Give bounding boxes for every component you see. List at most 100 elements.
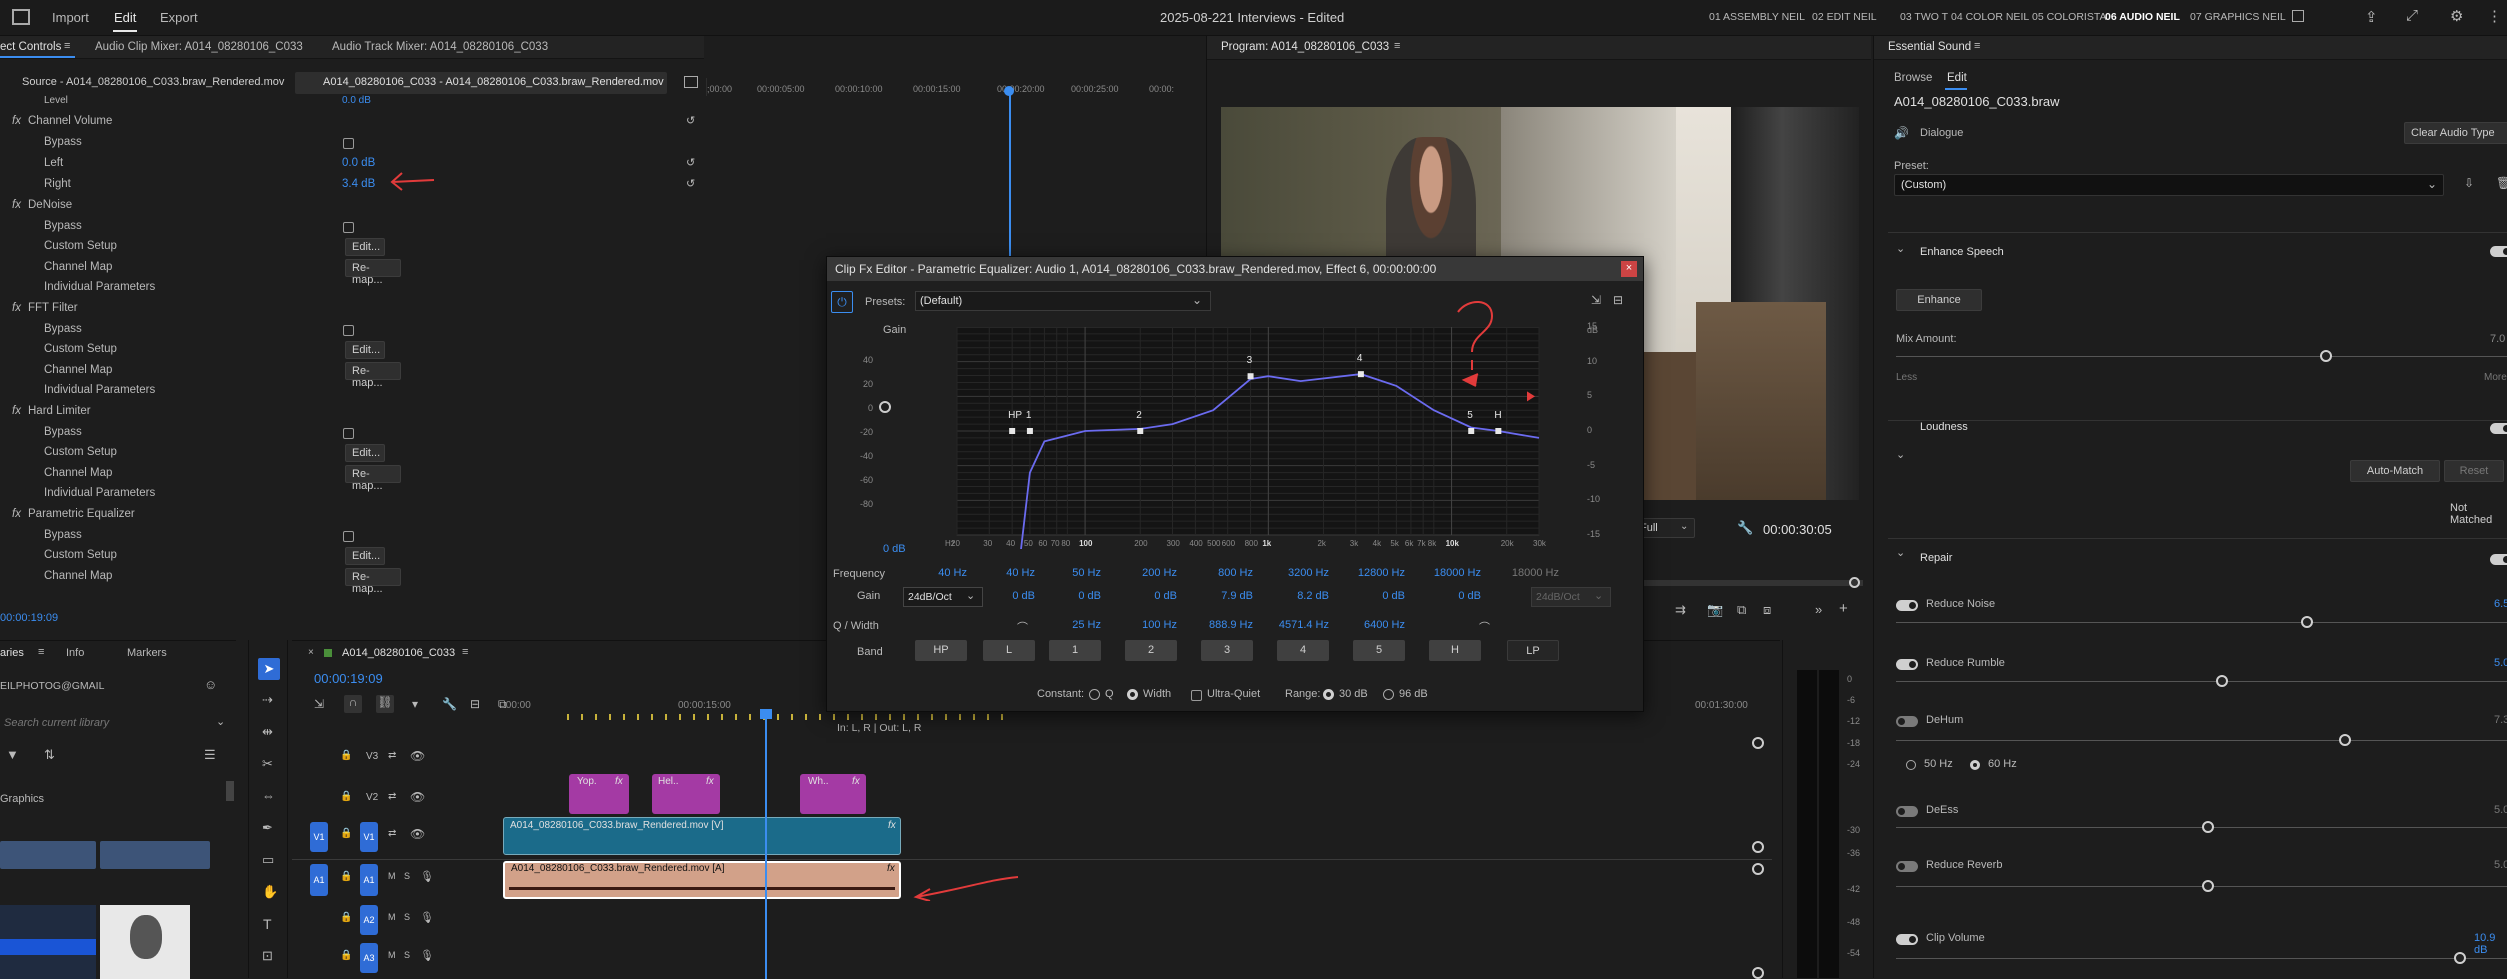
type-tool-icon[interactable]: T [263, 916, 272, 932]
eye-icon[interactable]: 👁 [410, 790, 425, 804]
clear-audio-type-button[interactable]: Clear Audio Type [2404, 122, 2507, 144]
rectangle-tool-icon[interactable]: ▭ [262, 852, 274, 868]
edit-button[interactable]: Edit... [345, 341, 385, 359]
lock-icon[interactable]: 🔒 [340, 828, 352, 839]
reduce-rumble-toggle[interactable] [1896, 659, 1918, 670]
lock-icon[interactable]: 🔒 [340, 912, 352, 923]
tab-browse[interactable]: Browse [1894, 72, 1932, 84]
bypass-checkbox[interactable] [343, 531, 354, 542]
nest-icon[interactable]: ⇲ [314, 697, 324, 711]
add-button-icon[interactable]: + [1839, 600, 1848, 617]
left-value[interactable]: 0.0 dB [342, 157, 375, 169]
track-label-a1[interactable]: A1 [360, 864, 378, 896]
dehum-knob[interactable] [2339, 734, 2351, 746]
menu-import[interactable]: Import [52, 10, 89, 25]
ripple-edit-tool-icon[interactable]: ⇹ [262, 724, 273, 740]
library-asset[interactable] [0, 841, 96, 869]
tab-menu-icon[interactable]: ≡ [64, 40, 70, 52]
master-gain-value[interactable]: 0 dB [883, 543, 906, 555]
reduce-noise-toggle[interactable] [1896, 600, 1918, 611]
presets-dropdown[interactable]: (Default) ⌄ [915, 291, 1211, 311]
library-scrollbar[interactable] [226, 781, 234, 801]
program-menu-icon[interactable]: ≡ [1394, 40, 1400, 52]
q-radio[interactable] [1089, 689, 1100, 700]
width-radio[interactable] [1127, 689, 1138, 700]
bypass-checkbox[interactable] [343, 138, 354, 149]
lock-icon[interactable]: 🔒 [340, 750, 352, 761]
q-value[interactable]: 100 Hz [1117, 619, 1177, 631]
frequency-value[interactable]: 40 Hz [907, 567, 967, 579]
graphic-clip[interactable]: Wh.. fx [800, 774, 866, 814]
library-asset-portrait[interactable] [100, 905, 190, 979]
level-value[interactable]: 0.0 dB [342, 95, 371, 103]
band-3-button[interactable]: 3 [1201, 640, 1253, 661]
bypass-checkbox[interactable] [343, 222, 354, 233]
reduce-rumble-slider[interactable] [1896, 681, 2507, 682]
loudness-label[interactable]: Loudness [1920, 421, 1968, 433]
linked-selection-icon[interactable]: ⛓ [376, 695, 394, 713]
clip-volume-value[interactable]: 10.9 dB [2474, 932, 2507, 956]
dehum-toggle[interactable] [1896, 716, 1918, 727]
preset-dropdown[interactable]: (Custom) ⌄ [1894, 174, 2444, 196]
wrench-icon[interactable]: 🔧 [1737, 520, 1753, 536]
hand-tool-icon[interactable]: ✋ [262, 884, 278, 900]
save-preset-icon[interactable]: ⇲ [1591, 293, 1601, 307]
reduce-noise-value[interactable]: 6.5 [2494, 598, 2507, 610]
remap-button[interactable]: Re-map... [345, 259, 401, 286]
frequency-value[interactable]: 18000 Hz [1421, 567, 1481, 579]
essential-sound-menu-icon[interactable]: ≡ [1974, 40, 1980, 52]
individual-parameters-label[interactable]: Individual Parameters [44, 487, 155, 499]
sync-icon[interactable]: ⇄ [388, 828, 396, 839]
filter-icon[interactable]: ▼ [6, 747, 19, 762]
video-clip-v1[interactable]: A014_08280106_C033.braw_Rendered.mov [V]… [503, 817, 901, 855]
mic-icon[interactable]: 🎙 [420, 949, 434, 962]
repair-toggle[interactable] [2490, 554, 2507, 565]
settings-wrench-icon[interactable]: 🔧 [442, 697, 457, 711]
enhance-speech-label[interactable]: Enhance Speech [1920, 246, 2004, 258]
timeline-playhead[interactable] [765, 713, 767, 979]
audio-clip-a1[interactable]: A014_08280106_C033.braw_Rendered.mov [A]… [503, 861, 901, 899]
delete-preset-icon[interactable]: ⊟ [1613, 293, 1623, 307]
more-icon[interactable]: » [1815, 602, 1822, 617]
mute-icon[interactable]: M [388, 950, 396, 960]
maximize-icon[interactable]: ⤢ [2406, 7, 2418, 24]
tab-info[interactable]: Info [66, 647, 84, 659]
sequence-name[interactable]: A014_08280106_C033 [342, 647, 455, 659]
frequency-value[interactable]: 800 Hz [1193, 567, 1253, 579]
individual-parameters-label[interactable]: Individual Parameters [44, 281, 155, 293]
insert-icon[interactable]: ⇉ [1675, 602, 1686, 618]
clip-volume-slider[interactable] [1896, 958, 2507, 959]
mini-playhead-head[interactable] [1004, 86, 1014, 96]
workspace-01[interactable]: 01 ASSEMBLY NEIL [1709, 11, 1805, 23]
camera-icon[interactable]: 📷 [1707, 602, 1723, 618]
gain-value[interactable]: 0 dB [975, 590, 1035, 602]
lock-icon[interactable]: 🔒 [340, 871, 352, 882]
gain-value[interactable]: 8.2 dB [1269, 590, 1329, 602]
tab-edit[interactable]: Edit [1947, 72, 1967, 84]
graphic-clip[interactable]: Hel.. fx [652, 774, 720, 814]
deess-toggle[interactable] [1896, 806, 1918, 817]
sequence-menu-icon[interactable]: ≡ [462, 646, 468, 658]
library-search-input[interactable]: Search current library [4, 717, 109, 729]
power-icon[interactable]: ⏻ [831, 291, 853, 313]
selection-tool-icon[interactable]: ➤ [258, 658, 280, 680]
solo-icon[interactable]: S [404, 950, 410, 960]
source-patch-v1[interactable]: V1 [310, 822, 328, 852]
reduce-reverb-knob[interactable] [2202, 880, 2214, 892]
library-graphics-label[interactable]: Graphics [0, 793, 44, 805]
scroll-handle[interactable] [1752, 967, 1764, 979]
reduce-reverb-value[interactable]: 5.0 [2494, 859, 2507, 871]
frequency-value[interactable]: 40 Hz [975, 567, 1035, 579]
sync-icon[interactable]: ⇄ [388, 750, 396, 761]
chevron-down-icon[interactable]: ⌄ [216, 715, 225, 728]
right-value[interactable]: 3.4 dB [342, 178, 375, 190]
range-96-radio[interactable] [1383, 689, 1394, 700]
clip-selector[interactable]: A014_08280106_C033 - A014_08280106_C033.… [295, 72, 667, 94]
menu-home-icon[interactable] [12, 9, 30, 25]
deess-value[interactable]: 5.0 [2494, 804, 2507, 816]
hz50-radio[interactable] [1906, 760, 1916, 770]
edit-button[interactable]: Edit... [345, 547, 385, 565]
library-asset[interactable] [0, 905, 96, 979]
band-hp-button[interactable]: HP [915, 640, 967, 661]
timeline-playhead-head[interactable] [760, 709, 772, 719]
